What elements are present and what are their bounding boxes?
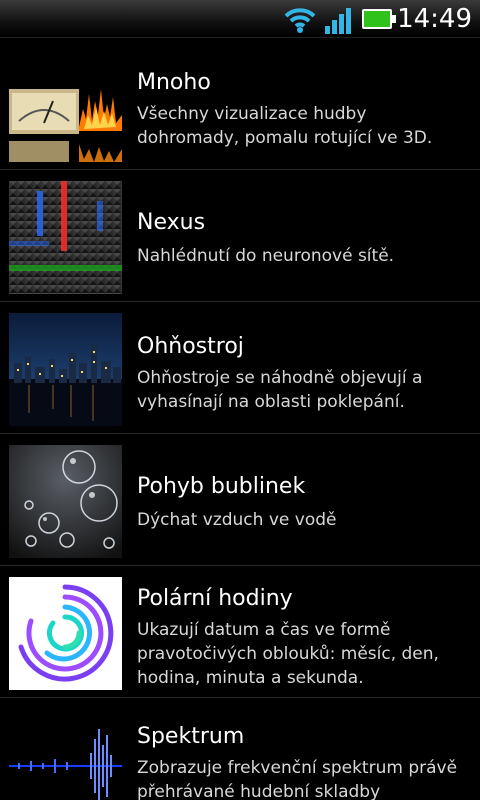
item-title: Pohyb bublinek: [137, 474, 306, 499]
list-item-nexus[interactable]: Nexus Nahlédnutí do neuronové sítě.: [0, 170, 480, 302]
thumbnail-nexus: [9, 181, 122, 294]
item-title: Nexus: [137, 210, 206, 235]
item-title: Ohňostroj: [137, 334, 244, 359]
visualization-list[interactable]: Mnoho Všechny vizualizace hudby dohromad…: [0, 38, 480, 800]
item-description: Ukazují datum a čas ve formě pravotočivý…: [137, 620, 439, 688]
thumbnail-spektrum: [9, 709, 122, 800]
list-item-ohnostroj[interactable]: Ohňostroj Ohňostroje se náhodně objevují…: [0, 302, 480, 434]
item-description: Nahlédnutí do neuronové sítě.: [137, 246, 395, 266]
status-bar: 14:49: [0, 0, 480, 38]
list-item-mnoho[interactable]: Mnoho Všechny vizualizace hudby dohromad…: [0, 38, 480, 170]
thumbnail-polarni-hodiny: [9, 577, 122, 690]
status-clock: 14:49: [397, 4, 472, 34]
thumbnail-pohyb-bublinek: [9, 445, 122, 558]
thumbnail-ohnostroj: [9, 313, 122, 426]
item-title: Spektrum: [137, 724, 245, 749]
item-title: Mnoho: [137, 70, 211, 95]
item-description: Všechny vizualizace hudby dohromady, pom…: [137, 104, 433, 148]
item-description: Ohňostroje se náhodně objevují a vyhasín…: [137, 368, 423, 412]
wifi-icon: [284, 8, 316, 33]
list-item-spektrum[interactable]: Spektrum Zobrazuje frekvenční spektrum p…: [0, 698, 480, 800]
item-title: Polární hodiny: [137, 586, 293, 611]
item-description: Zobrazuje frekvenční spektrum právě přeh…: [137, 758, 458, 800]
list-item-pohyb-bublinek[interactable]: Pohyb bublinek Dýchat vzduch ve vodě: [0, 434, 480, 566]
thumbnail-mnoho: [9, 49, 122, 162]
item-description: Dýchat vzduch ve vodě: [137, 510, 337, 530]
signal-icon: [325, 8, 351, 34]
battery-icon: [362, 9, 396, 29]
list-item-polarni-hodiny[interactable]: Polární hodiny Ukazují datum a čas ve fo…: [0, 566, 480, 698]
